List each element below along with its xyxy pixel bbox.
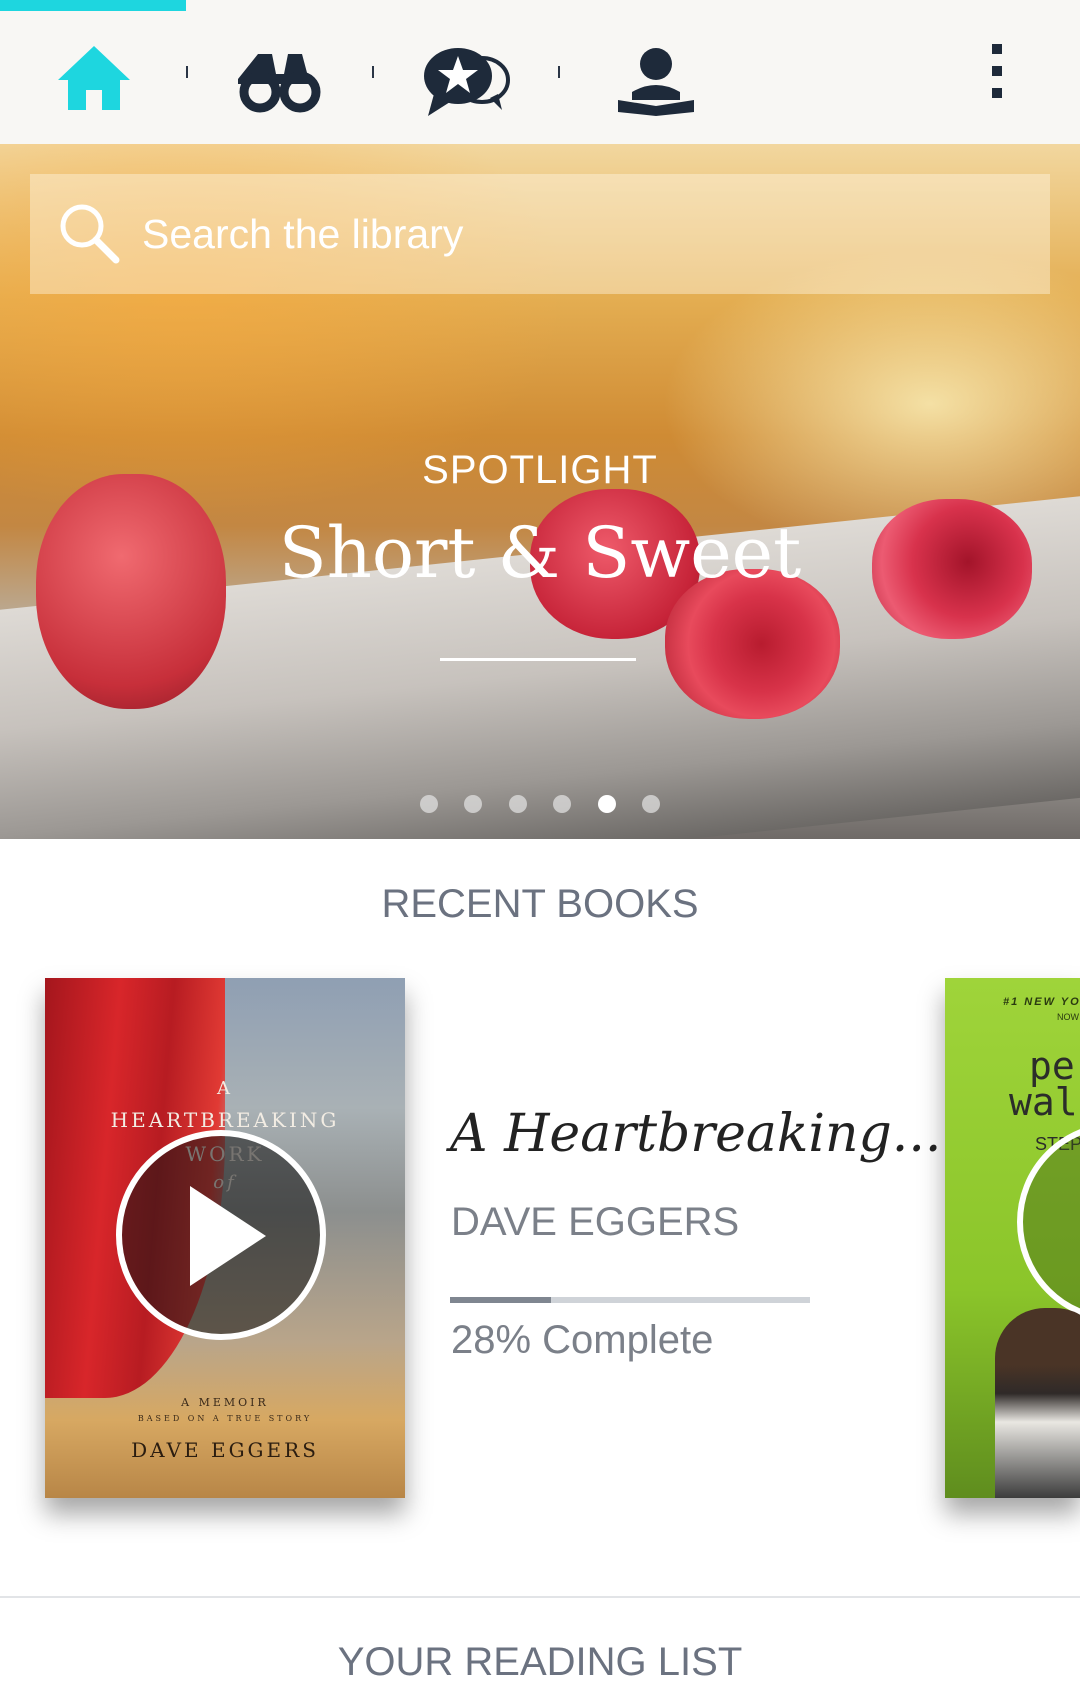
cover-subtitle: BASED ON A TRUE STORY xyxy=(137,1414,313,1423)
progress-label: 28% Complete xyxy=(451,1318,714,1362)
star-chat-icon[interactable] xyxy=(420,44,510,116)
nav-separator xyxy=(558,66,560,78)
cover-photo xyxy=(995,1308,1080,1498)
spotlight-underline xyxy=(440,658,636,661)
active-tab-indicator xyxy=(0,0,186,11)
cover-title: wal xyxy=(1009,1080,1078,1124)
search-bar[interactable] xyxy=(30,174,1050,294)
play-button[interactable] xyxy=(116,1130,326,1340)
carousel-dot[interactable] xyxy=(642,795,661,813)
nav-separator xyxy=(186,66,188,78)
cover-text: HEARTBREAKING xyxy=(110,1108,340,1132)
cover-text: A xyxy=(217,1078,233,1099)
cover-author: DAVE EGGERS xyxy=(131,1438,319,1462)
play-icon xyxy=(190,1186,266,1286)
spotlight-label: SPOTLIGHT xyxy=(422,448,658,492)
nav-separator xyxy=(372,66,374,78)
book-cover[interactable]: A HEARTBREAKING WORK of A MEMOIR BASED O… xyxy=(45,978,405,1498)
book-title[interactable]: A Heartbreaking... xyxy=(450,1104,941,1164)
search-input[interactable] xyxy=(142,174,1022,294)
reading-progress-bar xyxy=(450,1297,810,1303)
top-navigation-bar xyxy=(0,0,1080,144)
carousel-dot[interactable] xyxy=(508,795,527,813)
spotlight-title[interactable]: Short & Sweet xyxy=(0,512,1080,594)
book-cover-next[interactable]: #1 NEW YO NOW pe wal STEP xyxy=(945,978,1080,1498)
reader-icon[interactable] xyxy=(614,44,698,116)
carousel-dot-active[interactable] xyxy=(597,795,616,813)
carousel-pagination xyxy=(0,795,1080,818)
cover-text: NOW xyxy=(1057,1012,1079,1022)
reading-list-heading: YOUR READING LIST xyxy=(337,1640,743,1684)
search-icon xyxy=(58,202,122,266)
reading-progress-fill xyxy=(450,1297,551,1303)
play-button[interactable] xyxy=(1017,1122,1080,1322)
recent-books-heading: RECENT BOOKS xyxy=(381,882,699,926)
carousel-dot[interactable] xyxy=(464,795,483,813)
spotlight-banner[interactable]: SPOTLIGHT Short & Sweet xyxy=(0,144,1080,839)
carousel-dot[interactable] xyxy=(419,795,438,813)
more-vertical-icon[interactable] xyxy=(985,44,1009,104)
binoculars-icon[interactable] xyxy=(234,44,322,116)
section-divider xyxy=(0,1596,1080,1598)
carousel-dot[interactable] xyxy=(553,795,572,813)
book-author: DAVE EGGERS xyxy=(451,1200,740,1244)
cover-text: #1 NEW YO xyxy=(1003,996,1080,1008)
home-icon[interactable] xyxy=(52,44,136,116)
cover-subtitle: A MEMOIR xyxy=(181,1396,269,1409)
